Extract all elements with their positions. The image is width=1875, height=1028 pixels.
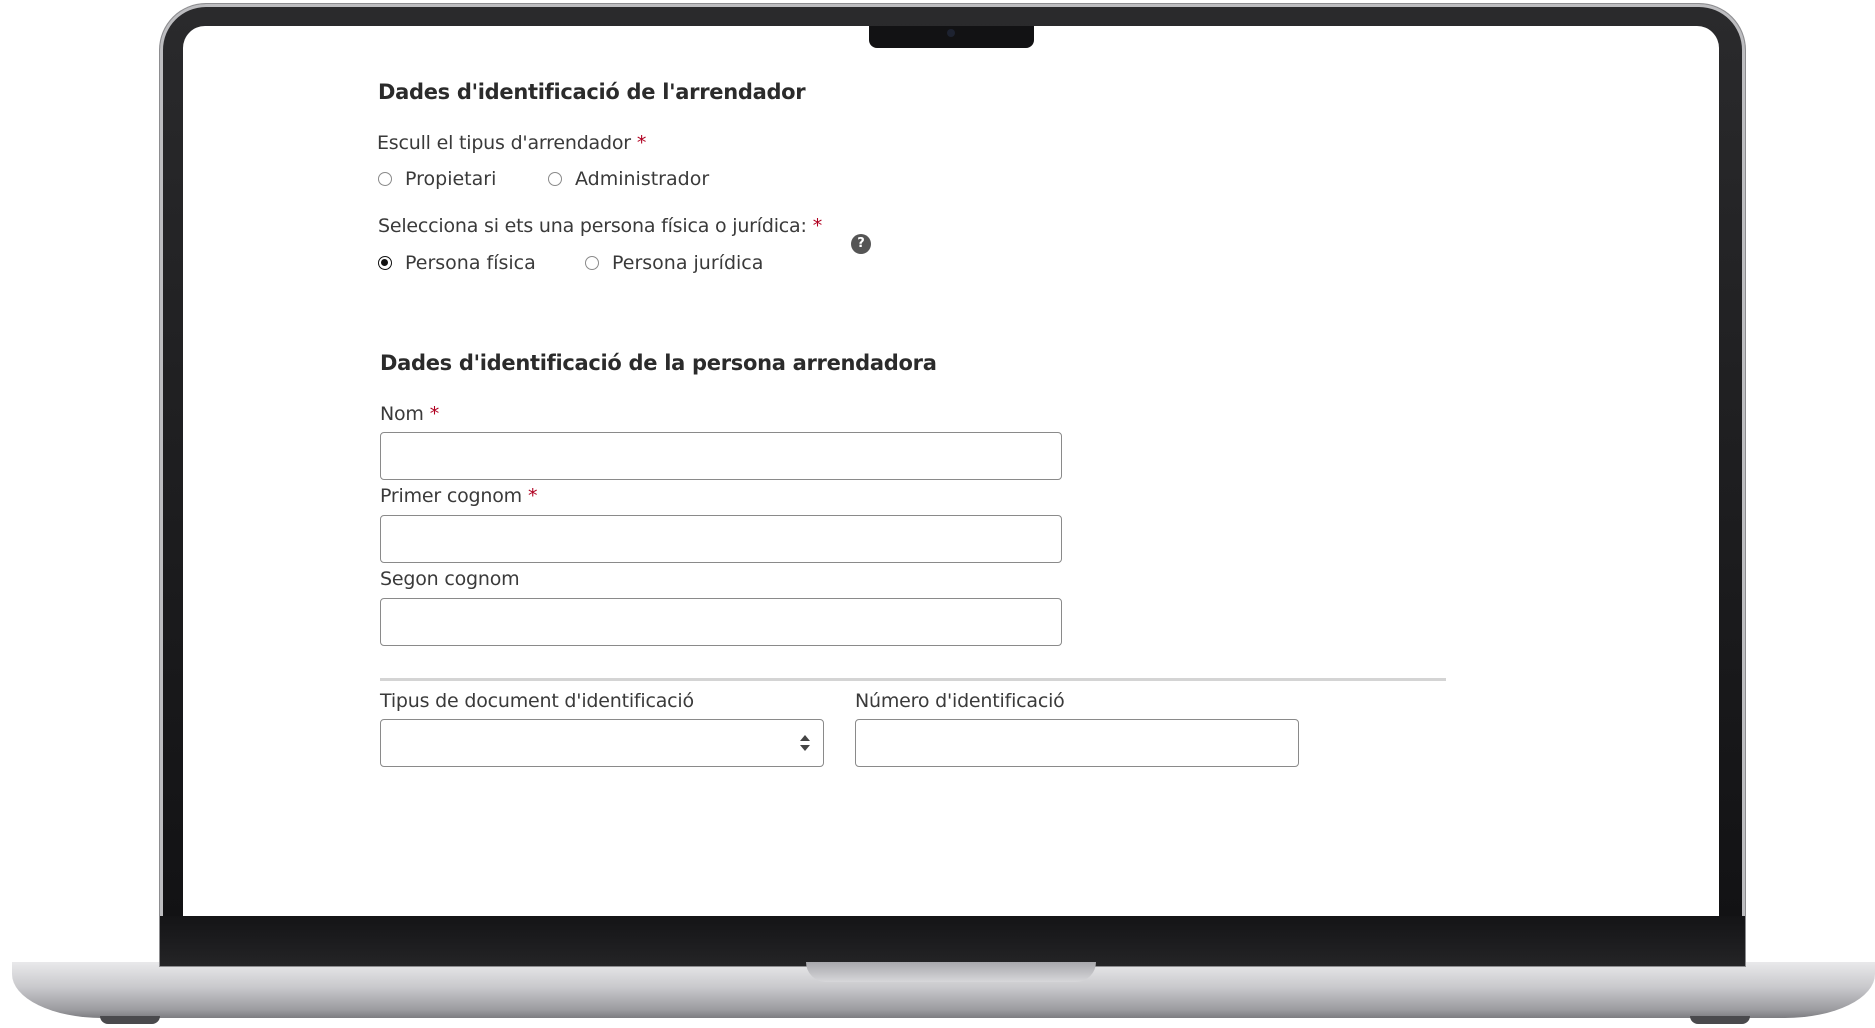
- required-mark: *: [636, 132, 647, 154]
- nom-input[interactable]: [380, 432, 1062, 480]
- required-mark: *: [527, 485, 538, 507]
- required-mark: *: [812, 215, 823, 237]
- laptop-opening-notch: [806, 962, 1096, 982]
- primer-cognom-input[interactable]: [380, 515, 1062, 563]
- primer-cognom-label: Primer cognom *: [380, 485, 538, 507]
- laptop-foot-left: [100, 1016, 160, 1024]
- radio-circle-checked-icon[interactable]: [378, 256, 392, 270]
- segon-cognom-input[interactable]: [380, 598, 1062, 646]
- section-title-landlord: Dades d'identificació de l'arrendador: [378, 80, 806, 104]
- laptop-foot-right: [1690, 1016, 1750, 1024]
- section-divider: [380, 678, 1446, 681]
- landlord-form: Dades d'identificació de l'arrendador Es…: [183, 26, 1719, 916]
- radio-circle-icon[interactable]: [585, 256, 599, 270]
- document-number-input[interactable]: [855, 719, 1299, 767]
- select-arrows-icon: [800, 735, 810, 751]
- document-number-label: Número d'identificació: [855, 690, 1065, 712]
- nom-label: Nom *: [380, 403, 440, 425]
- laptop-screen: Dades d'identificació de l'arrendador Es…: [183, 26, 1719, 916]
- radio-label: Administrador: [575, 168, 710, 190]
- radio-label: Persona jurídica: [612, 252, 764, 274]
- radio-circle-icon[interactable]: [378, 172, 392, 186]
- radio-persona-juridica[interactable]: Persona jurídica: [585, 252, 763, 274]
- radio-administrador[interactable]: Administrador: [548, 168, 709, 190]
- section-title-person: Dades d'identificació de la persona arre…: [380, 351, 937, 375]
- laptop-mockup: Dades d'identificació de l'arrendador Es…: [0, 0, 1875, 1028]
- radio-propietari[interactable]: Propietari: [378, 168, 496, 190]
- radio-persona-fisica[interactable]: Persona física: [378, 252, 536, 274]
- radio-circle-icon[interactable]: [548, 172, 562, 186]
- laptop-chin: [160, 916, 1745, 966]
- document-type-label: Tipus de document d'identificació: [380, 690, 694, 712]
- segon-cognom-label: Segon cognom: [380, 568, 520, 590]
- radio-label: Persona física: [405, 252, 536, 274]
- camera-icon: [947, 29, 955, 37]
- landlord-type-label: Escull el tipus d'arrendador *: [377, 132, 647, 154]
- required-mark: *: [429, 403, 440, 425]
- radio-label: Propietari: [405, 168, 497, 190]
- person-type-label: Selecciona si ets una persona física o j…: [378, 215, 823, 237]
- document-type-select[interactable]: [380, 719, 824, 767]
- help-icon[interactable]: ?: [851, 234, 871, 254]
